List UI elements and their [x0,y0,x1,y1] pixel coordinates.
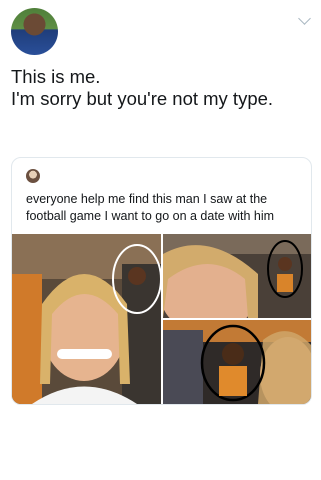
tweet-text-line-1: This is me. [11,66,101,87]
photo-3[interactable] [163,320,311,404]
quoted-author-avatar[interactable] [26,169,40,183]
photo-1[interactable] [12,234,161,404]
photo-grid [12,234,311,404]
quoted-tweet[interactable]: everyone help me find this man I saw at … [11,157,312,405]
author-avatar[interactable] [11,8,58,55]
photo-3-image [163,320,311,404]
quoted-tweet-text: everyone help me find this man I saw at … [26,192,275,223]
photo-1-image [12,234,161,404]
tweet-text: This is me. I'm sorry but you're not my … [11,66,311,110]
tweet-text-line-2: I'm sorry but you're not my type. [11,88,274,109]
photo-2-image [163,234,311,318]
chevron-down-icon[interactable] [298,12,311,25]
photo-2[interactable] [163,234,311,318]
